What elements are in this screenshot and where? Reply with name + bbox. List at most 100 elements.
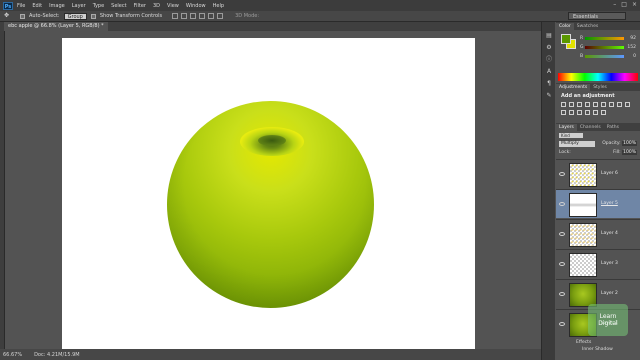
tab-styles[interactable]: Styles <box>590 84 610 91</box>
foreground-color-swatch[interactable] <box>561 34 571 44</box>
tab-color[interactable]: Color <box>556 23 574 30</box>
photo-filter-icon[interactable] <box>625 102 630 107</box>
tab-paths[interactable]: Paths <box>604 124 622 131</box>
green-value[interactable]: 152 <box>626 45 636 50</box>
tab-adjustments[interactable]: Adjustments <box>556 84 591 91</box>
kind-filter-dropdown[interactable]: Kind <box>559 132 583 138</box>
status-bar: 66.67% Doc: 4.21M/15.9M <box>0 349 555 360</box>
menu-type[interactable]: Type <box>93 3 104 9</box>
menu-3d[interactable]: 3D <box>153 3 160 9</box>
layer-row-5[interactable]: Layer 5 <box>556 189 640 218</box>
invert-icon[interactable] <box>569 110 574 115</box>
auto-select-dropdown[interactable]: Group <box>63 12 87 20</box>
align-bottom-icon[interactable] <box>190 13 197 19</box>
layer-row-4[interactable]: Layer 4 <box>556 219 640 248</box>
curves-icon[interactable] <box>577 102 582 107</box>
layer-name[interactable]: Layer 5 <box>601 201 618 206</box>
layer-name[interactable]: Layer 3 <box>601 261 618 266</box>
menu-layer[interactable]: Layer <box>72 3 86 9</box>
color-spectrum[interactable] <box>558 73 638 81</box>
eye-icon[interactable] <box>559 232 565 236</box>
menu-file[interactable]: File <box>17 3 25 9</box>
move-tool-icon[interactable]: ✥ <box>4 12 16 20</box>
red-value[interactable]: 92 <box>626 36 636 41</box>
blue-label: B <box>580 53 584 59</box>
show-transform-checkbox[interactable] <box>90 13 96 19</box>
layer-name[interactable]: Layer 4 <box>601 231 618 236</box>
tab-swatches[interactable]: Swatches <box>574 23 602 30</box>
character-icon[interactable]: A <box>545 68 553 75</box>
info-icon[interactable]: ⓘ <box>545 56 553 63</box>
close-icon[interactable]: × <box>632 1 637 8</box>
document-tab[interactable]: ebc apple @ 66.8% (Layer 5, RGB/8) * <box>4 22 108 31</box>
eye-icon[interactable] <box>559 172 565 176</box>
canvas-area[interactable] <box>5 31 555 351</box>
inner-shadow-effect[interactable]: Inner Shadow <box>582 347 613 352</box>
opacity-control[interactable]: Opacity: 100% <box>602 141 637 146</box>
hue-saturation-icon[interactable] <box>601 102 606 107</box>
layer-name[interactable]: Layer 6 <box>601 171 618 176</box>
tab-channels[interactable]: Channels <box>577 124 604 131</box>
zoom-level[interactable]: 66.67% <box>3 352 22 358</box>
exposure-icon[interactable] <box>585 102 590 107</box>
minimize-icon[interactable]: – <box>613 1 616 8</box>
eye-icon[interactable] <box>559 322 565 326</box>
red-track[interactable] <box>585 36 624 40</box>
red-slider[interactable]: R 92 <box>580 35 636 41</box>
align-center-icon[interactable] <box>208 13 215 19</box>
green-slider[interactable]: G 152 <box>580 44 636 50</box>
layer-row-6[interactable]: Layer 6 <box>556 159 640 188</box>
layer-name[interactable]: Layer 2 <box>601 291 618 296</box>
photoshop-logo: Ps <box>3 1 13 10</box>
threshold-icon[interactable] <box>585 110 590 115</box>
opacity-value[interactable]: 100% <box>622 141 637 146</box>
brightness-contrast-icon[interactable] <box>561 102 566 107</box>
menu-edit[interactable]: Edit <box>32 3 42 9</box>
align-middle-icon[interactable] <box>181 13 188 19</box>
tab-layers[interactable]: Layers <box>556 124 577 131</box>
properties-icon[interactable]: ⚙ <box>545 44 553 51</box>
maximize-icon[interactable]: □ <box>621 1 627 8</box>
menu-view[interactable]: View <box>167 3 179 9</box>
align-right-icon[interactable] <box>217 13 224 19</box>
layer-row-3[interactable]: Layer 3 <box>556 249 640 278</box>
channel-mixer-icon[interactable] <box>561 110 566 115</box>
align-top-icon[interactable] <box>172 13 179 19</box>
eye-icon[interactable] <box>559 292 565 296</box>
levels-icon[interactable] <box>569 102 574 107</box>
menu-select[interactable]: Select <box>111 3 126 9</box>
auto-select-checkbox[interactable] <box>20 13 25 19</box>
vibrance-icon[interactable] <box>593 102 598 107</box>
effects-label[interactable]: Effects <box>576 340 591 345</box>
paragraph-icon[interactable]: ¶ <box>545 80 553 87</box>
blue-slider[interactable]: B 0 <box>580 53 636 59</box>
menu-help[interactable]: Help <box>213 3 224 9</box>
fill-value[interactable]: 100% <box>622 150 637 155</box>
green-track[interactable] <box>585 45 624 49</box>
window-controls: – □ × <box>613 1 637 8</box>
align-left-icon[interactable] <box>199 13 206 19</box>
menu-image[interactable]: Image <box>49 3 65 9</box>
brush-icon[interactable]: ✎ <box>545 92 553 99</box>
menu-filter[interactable]: Filter <box>134 3 146 9</box>
gradient-map-icon[interactable] <box>593 110 598 115</box>
eye-icon[interactable] <box>559 262 565 266</box>
lock-label: Lock: <box>559 150 571 155</box>
selective-color-icon[interactable] <box>601 110 606 115</box>
layers-panel-tabs: Layers Channels Paths <box>556 123 640 131</box>
workspace-switcher[interactable]: Essentials <box>568 12 626 20</box>
black-white-icon[interactable] <box>617 102 622 107</box>
history-icon[interactable]: ▤ <box>545 32 553 39</box>
color-balance-icon[interactable] <box>609 102 614 107</box>
blue-value[interactable]: 0 <box>626 54 636 59</box>
layer-filter-row: Kind <box>559 132 637 138</box>
document-canvas[interactable] <box>62 38 475 351</box>
opacity-label: Opacity: <box>602 141 621 146</box>
fill-control[interactable]: Fill: 100% <box>613 150 637 155</box>
eye-icon[interactable] <box>559 202 565 206</box>
menu-window[interactable]: Window <box>186 3 206 9</box>
blue-track[interactable] <box>585 54 624 58</box>
posterize-icon[interactable] <box>577 110 582 115</box>
document-size: Doc: 4.21M/15.9M <box>34 351 80 358</box>
blend-mode-dropdown[interactable]: Multiply <box>559 140 595 147</box>
